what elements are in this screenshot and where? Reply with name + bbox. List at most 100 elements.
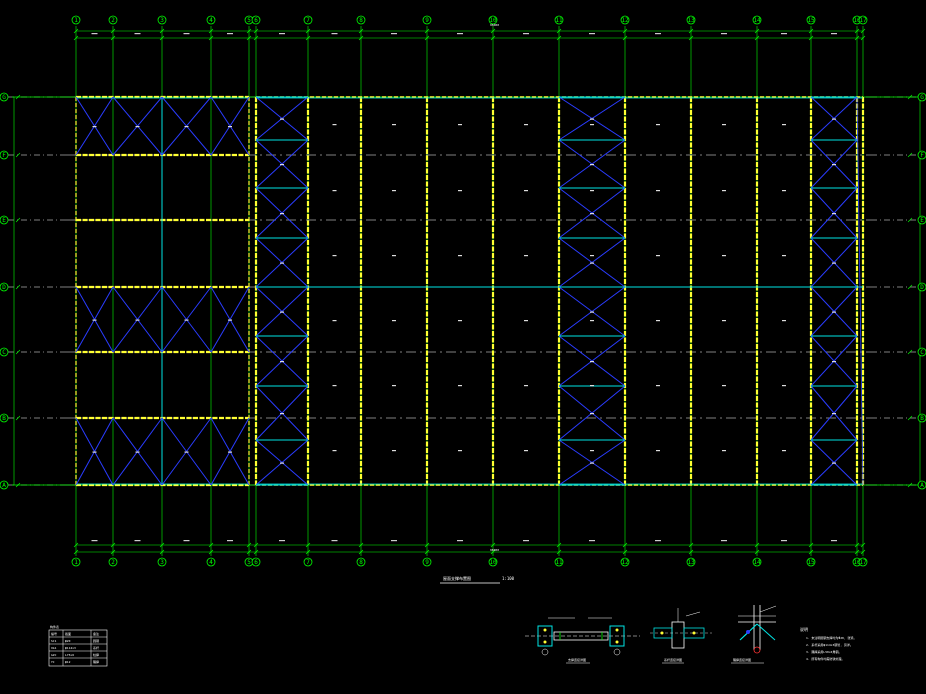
member-tag xyxy=(332,124,337,126)
member-tag xyxy=(656,450,660,452)
dimension-value-mark xyxy=(279,540,285,542)
member-tag xyxy=(832,164,836,166)
bottom-overall-dimension: 96000 xyxy=(490,548,499,552)
member-tag xyxy=(524,190,528,192)
table-header-cell: 编号 xyxy=(51,631,57,636)
member-tag xyxy=(332,450,337,452)
row-axis-bubble-label: D xyxy=(2,284,6,291)
table-cell: GZC xyxy=(51,653,57,657)
column-axis-bubble-label: 14 xyxy=(753,17,761,24)
dimension-value-mark xyxy=(589,33,595,35)
column-axis-bubble-label: 12 xyxy=(621,559,629,566)
member-tag xyxy=(92,319,97,321)
member-tag xyxy=(722,124,726,126)
member-tag xyxy=(590,450,594,452)
member-tag xyxy=(782,320,786,322)
member-tag xyxy=(458,320,462,322)
column-axis-bubble-label: 3 xyxy=(160,17,164,24)
member-tag xyxy=(590,118,594,120)
member-tag xyxy=(832,462,836,464)
member-tag xyxy=(228,126,232,128)
member-tag xyxy=(656,255,660,257)
row-axis-bubble-label: G xyxy=(2,94,6,101)
drawing-scale: 1:100 xyxy=(502,576,515,581)
dimension-value-mark xyxy=(781,33,787,35)
top-overall-dimension: 96000 xyxy=(490,23,499,27)
component-table-title: 构件表 xyxy=(50,624,59,629)
dimension-value-mark xyxy=(183,540,190,542)
column-axis-bubble-label: 3 xyxy=(160,559,164,566)
member-tag xyxy=(722,255,726,257)
member-tag xyxy=(832,413,836,415)
member-tag xyxy=(92,451,97,453)
member-tag xyxy=(332,320,337,322)
member-tag xyxy=(135,451,140,453)
dimension-value-mark xyxy=(831,540,837,542)
column-axis-bubble-label: 2 xyxy=(111,17,115,24)
column-axis-bubble-label: 5 xyxy=(247,17,251,24)
member-tag xyxy=(722,385,726,387)
member-tag xyxy=(832,118,836,120)
member-tag xyxy=(590,462,594,464)
member-tag xyxy=(280,361,284,363)
member-tag xyxy=(280,164,284,166)
dimension-value-mark xyxy=(91,33,98,35)
member-tag xyxy=(590,361,594,363)
member-tag xyxy=(656,124,660,126)
column-axis-bubble-label: 14 xyxy=(753,559,761,566)
dimension-value-mark xyxy=(331,540,338,542)
member-tag xyxy=(135,126,140,128)
member-tag xyxy=(392,124,396,126)
note-line: 3. 隅撑采用L50x4角钢。 xyxy=(806,649,841,654)
dimension-value-mark xyxy=(721,33,727,35)
member-tag xyxy=(524,385,528,387)
dimension-value-mark xyxy=(655,33,661,35)
member-tag xyxy=(590,385,594,387)
row-axis-bubble-label: A xyxy=(2,482,6,489)
table-cell: 系杆 xyxy=(93,645,99,650)
note-line: 4. 所有构件均需防锈处理。 xyxy=(806,656,844,661)
dimension-value-mark xyxy=(523,540,529,542)
column-axis-bubble-label: 10 xyxy=(489,559,497,566)
note-line: 1. 未注明圆钢支撑均为Φ20, 张紧。 xyxy=(806,635,856,640)
dimension-value-mark xyxy=(227,540,233,542)
table-cell: 圆钢 xyxy=(93,638,99,643)
detail-label: 支撑连接详图 xyxy=(568,657,586,662)
member-tag xyxy=(392,385,396,387)
table-cell: 隅撑 xyxy=(93,659,99,664)
column-axis-bubble-label: 6 xyxy=(254,17,258,24)
row-axis-bubble-label: E xyxy=(920,217,924,224)
member-tag xyxy=(458,190,462,192)
column-axis-bubble-label: 17 xyxy=(859,559,867,566)
dimension-value-mark xyxy=(391,540,397,542)
table-header-cell: 截面 xyxy=(65,631,71,636)
member-tag xyxy=(228,319,232,321)
row-axis-bubble-label: F xyxy=(920,152,924,159)
dimension-value-mark xyxy=(391,33,397,35)
member-tag xyxy=(524,320,528,322)
row-axis-bubble-label: C xyxy=(920,349,924,356)
table-cell: L75x6 xyxy=(65,653,74,657)
roof-bracing-plan-drawing: 1122334455667788991010111112121313141415… xyxy=(0,0,926,694)
member-tag xyxy=(184,126,189,128)
row-axis-bubble-label: A xyxy=(920,482,924,489)
member-tag xyxy=(590,255,594,257)
column-axis-bubble-label: 7 xyxy=(306,559,310,566)
member-tag xyxy=(722,190,726,192)
member-tag xyxy=(590,164,594,166)
detail-label: 隅撑连接详图 xyxy=(733,657,751,662)
table-cell: 柱撑 xyxy=(93,652,99,657)
member-tag xyxy=(280,311,284,313)
column-axis-bubble-label: 8 xyxy=(359,17,363,24)
member-tag xyxy=(332,190,337,192)
member-tag xyxy=(782,190,786,192)
member-tag xyxy=(656,385,660,387)
member-tag xyxy=(135,319,140,321)
member-tag xyxy=(228,451,232,453)
member-tag xyxy=(458,255,462,257)
dimension-value-mark xyxy=(91,540,98,542)
member-tag xyxy=(280,118,284,120)
row-axis-bubble-label: D xyxy=(920,284,924,291)
member-tag xyxy=(832,262,836,264)
column-axis-bubble-label: 15 xyxy=(807,559,815,566)
